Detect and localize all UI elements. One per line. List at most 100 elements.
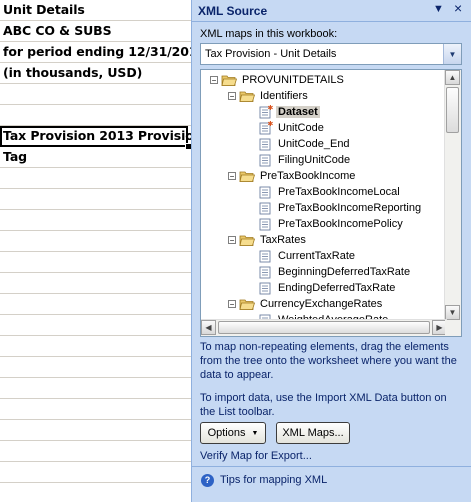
options-button[interactable]: Options ▼ [200,422,266,444]
collapse-toggle-icon[interactable]: − [228,172,236,181]
sheet-row[interactable] [0,315,191,336]
sheet-row[interactable] [0,399,191,420]
sheet-row[interactable]: Tag [0,147,191,168]
pane-title: XML Source [198,4,268,18]
element-icon [257,185,276,199]
tree-node[interactable]: UnitCode_End [257,136,352,152]
tree-horizontal-scrollbar[interactable]: ◀ ▶ [201,319,447,336]
folder-open-icon [239,169,258,183]
sheet-row[interactable] [0,294,191,315]
cell-text: (in thousands, USD) [3,65,143,80]
tree-node[interactable]: BeginningDeferredTaxRate [257,264,412,280]
sheet-row[interactable] [0,441,191,462]
sheet-row[interactable]: ABC CO & SUBS [0,21,191,42]
sheet-row[interactable]: for period ending 12/31/2013 [0,42,191,63]
worksheet[interactable]: Unit Details ABC CO & SUBS for period endi… [0,0,191,502]
sheet-row[interactable] [0,357,191,378]
collapse-toggle-icon[interactable]: − [228,300,236,309]
element-icon [257,217,276,231]
chevron-down-icon[interactable]: ▼ [443,44,461,64]
element-icon [257,249,276,263]
tree-node-label: PROVUNITDETAILS [242,74,344,86]
sheet-row[interactable]: (in thousands, USD) [0,63,191,84]
folder-open-icon [239,89,258,103]
sheet-row[interactable] [0,483,191,502]
tree-node[interactable]: Identifiers [239,88,310,104]
sheet-row[interactable] [0,378,191,399]
options-button-label: Options [207,427,246,439]
sheet-row[interactable] [0,168,191,189]
sheet-row[interactable] [0,252,191,273]
collapse-toggle-icon[interactable]: − [228,236,236,245]
tree-node-label: PreTaxBookIncome [260,170,356,182]
tree-node[interactable]: PreTaxBookIncomeLocal [257,184,402,200]
scroll-left-icon[interactable]: ◀ [201,320,216,335]
scrollbar-corner [445,320,461,336]
element-icon [257,137,276,151]
pane-close-icon[interactable]: × [454,0,462,16]
sheet-row[interactable] [0,105,191,126]
chevron-down-icon: ▼ [251,429,259,437]
horizontal-scroll-thumb[interactable] [218,321,430,334]
cell-text: Unit Details [3,2,85,17]
tree-node[interactable]: PreTaxBookIncomeReporting [257,200,423,216]
cell-text: Tag [3,149,27,164]
sheet-row[interactable]: Unit Details [0,0,191,21]
tree-node-label: UnitCode_End [278,138,350,150]
xml-map-select[interactable]: Tax Provision - Unit Details ▼ [200,43,462,65]
folder-open-icon [239,297,258,311]
tree-node-label: FilingUnitCode [278,154,351,166]
scroll-up-icon[interactable]: ▲ [445,70,460,85]
tree-node[interactable]: PreTaxBookIncomePolicy [257,216,405,232]
collapse-toggle-icon[interactable]: − [228,92,236,101]
sheet-row[interactable] [0,420,191,441]
sheet-row[interactable] [0,84,191,105]
mapping-instructions: To map non-repeating elements, drag the … [200,341,457,381]
tree-node-label: CurrentTaxRate [278,250,356,262]
sheet-row[interactable] [0,231,191,252]
pane-title-divider [192,21,471,22]
tree-node-label: PreTaxBookIncomeReporting [278,202,422,214]
svg-text:✱: ✱ [268,121,274,128]
tree-node-label: BeginningDeferredTaxRate [278,266,411,278]
tips-divider [192,466,471,467]
sheet-row[interactable] [0,462,191,483]
verify-map-link[interactable]: Verify Map for Export... [200,450,312,462]
tree-node-label: PreTaxBookIncomeLocal [278,186,400,198]
import-instructions: To import data, use the Import XML Data … [200,392,447,418]
tree-vertical-scrollbar[interactable]: ▲ ▼ [444,70,461,320]
folder-open-icon [239,233,258,247]
pane-menu-dropdown-icon[interactable]: ▼ [433,3,444,15]
element-required-icon: ✱ [257,105,276,119]
xml-maps-button-label: XML Maps... [282,427,344,439]
element-required-icon: ✱ [257,121,276,135]
tree-node[interactable]: CurrencyExchangeRates [239,296,384,312]
collapse-toggle-icon[interactable]: − [210,76,218,85]
tree-node-label: UnitCode [278,122,324,134]
cell-text: ABC CO & SUBS [3,23,112,38]
element-icon [257,281,276,295]
tree-node-label: Identifiers [260,90,308,102]
element-icon [257,201,276,215]
vertical-scroll-thumb[interactable] [446,87,459,133]
sheet-row[interactable] [0,336,191,357]
tree-node-label: TaxRates [260,234,306,246]
tree-node[interactable]: ✱ Dataset [257,104,320,120]
sheet-row[interactable] [0,273,191,294]
xml-element-tree[interactable]: − PROVUNITDETAILS − Identifiers ✱ Dataset ✱ Uni… [200,69,462,337]
xml-maps-button[interactable]: XML Maps... [276,422,350,444]
tree-node[interactable]: EndingDeferredTaxRate [257,280,397,296]
svg-text:✱: ✱ [268,105,274,112]
active-cell-selection[interactable] [0,126,188,147]
tree-node[interactable]: PreTaxBookIncome [239,168,357,184]
sheet-row[interactable] [0,210,191,231]
tree-node[interactable]: FilingUnitCode [257,152,352,168]
tree-node[interactable]: CurrentTaxRate [257,248,357,264]
scroll-down-icon[interactable]: ▼ [445,305,460,320]
tree-node[interactable]: ✱ UnitCode [257,120,326,136]
tree-node[interactable]: PROVUNITDETAILS [221,72,346,88]
tree-node[interactable]: TaxRates [239,232,308,248]
tips-mapping-link[interactable]: Tips for mapping XML [220,474,327,486]
sheet-row[interactable] [0,189,191,210]
folder-open-icon [221,73,240,87]
